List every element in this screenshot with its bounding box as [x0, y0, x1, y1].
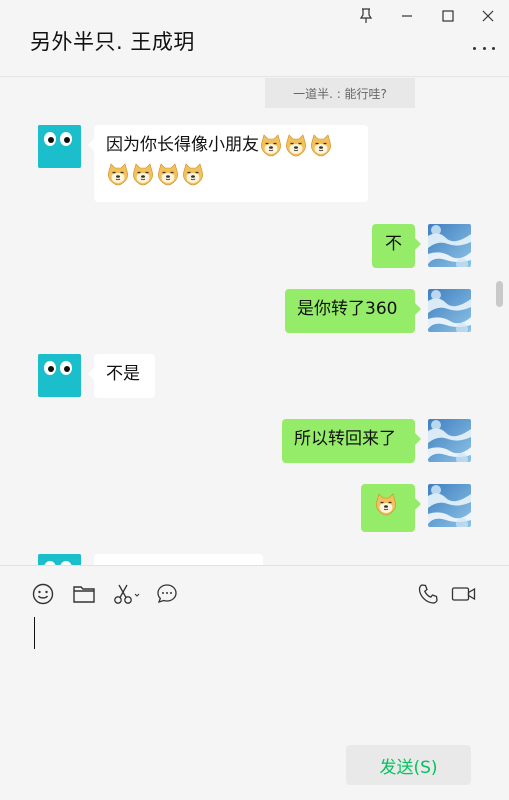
chat-header: 另外半只. 王成玥 — [0, 0, 509, 77]
message-input[interactable] — [30, 615, 480, 725]
message-text: 不 — [385, 234, 402, 254]
doge-emoji-icon — [374, 492, 398, 516]
minimize-icon[interactable] — [397, 6, 417, 26]
phone-icon[interactable] — [416, 582, 440, 606]
emoji-icon[interactable] — [31, 582, 55, 606]
my-avatar[interactable] — [428, 289, 471, 332]
chat-bubble-icon[interactable] — [155, 582, 179, 606]
message-text: 不是 — [106, 364, 140, 384]
contact-avatar[interactable] — [38, 354, 81, 397]
message-bubble-outgoing[interactable] — [361, 484, 421, 532]
message-bubble-incoming[interactable] — [94, 554, 263, 565]
contact-avatar[interactable] — [38, 554, 81, 565]
message-bubble-outgoing[interactable]: 不 — [372, 224, 421, 268]
doge-emoji-icon — [131, 162, 155, 186]
send-button[interactable]: 发送(S) — [346, 745, 471, 785]
doge-emoji-icon — [259, 133, 283, 157]
message-bubble-incoming[interactable]: 不是 — [88, 354, 155, 398]
chat-history[interactable]: 一道半. : 能行哇? 因为你长得像小朋友 不 是你转了360 不是 所以转回来… — [0, 78, 509, 565]
doge-emoji-icon — [181, 162, 205, 186]
text-caret — [34, 617, 35, 649]
message-text: 因为你长得像小朋友 — [106, 135, 259, 155]
message-text: 所以转回来了 — [294, 429, 396, 449]
my-avatar[interactable] — [428, 224, 471, 267]
close-icon[interactable] — [478, 6, 498, 26]
folder-icon[interactable] — [72, 582, 96, 606]
message-bubble-outgoing[interactable]: 是你转了360 — [285, 289, 421, 333]
doge-emoji-icon — [156, 162, 180, 186]
message-text: 是你转了360 — [297, 299, 398, 319]
doge-emoji-icon — [106, 162, 130, 186]
maximize-icon[interactable] — [438, 6, 458, 26]
my-avatar[interactable] — [428, 484, 471, 527]
chat-scrollbar[interactable] — [496, 281, 503, 307]
chat-title: 另外半只. 王成玥 — [30, 30, 195, 54]
system-message: 一道半. : 能行哇? — [265, 78, 415, 108]
pin-icon[interactable] — [356, 6, 376, 26]
doge-emoji-icon — [309, 133, 333, 157]
message-bubble-outgoing[interactable]: 所以转回来了 — [282, 419, 421, 463]
video-icon[interactable] — [451, 582, 477, 606]
contact-avatar[interactable] — [38, 125, 81, 168]
doge-emoji-icon — [284, 133, 308, 157]
my-avatar[interactable] — [428, 419, 471, 462]
more-icon[interactable] — [473, 44, 495, 52]
divider — [0, 565, 509, 566]
message-bubble-incoming[interactable]: 因为你长得像小朋友 — [88, 125, 368, 202]
scissors-icon[interactable] — [113, 582, 141, 606]
